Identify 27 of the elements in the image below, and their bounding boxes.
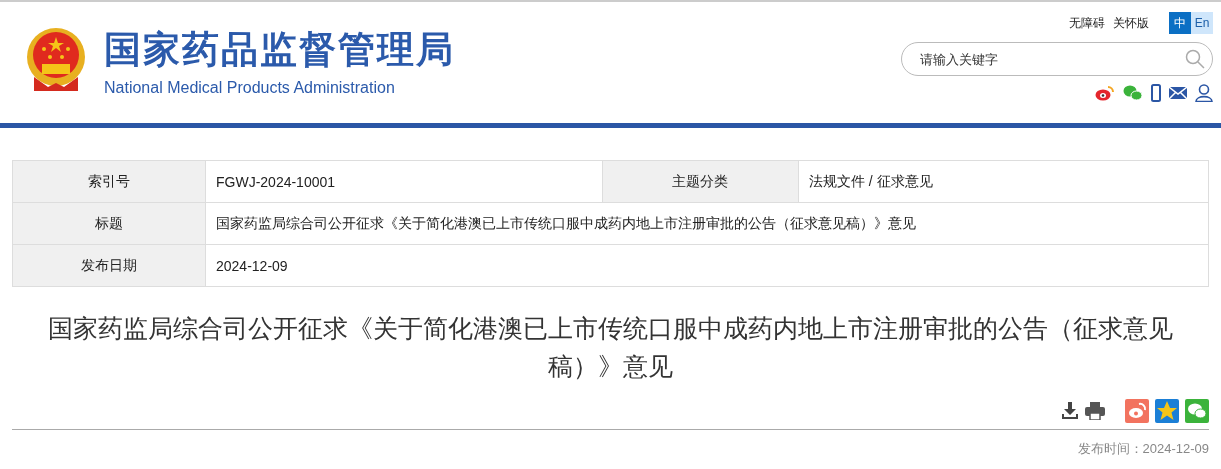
site-subtitle: National Medical Products Administration xyxy=(104,79,396,97)
language-tab[interactable]: 中 xyxy=(1169,12,1191,34)
weibo-share-icon[interactable] xyxy=(1125,399,1149,423)
language-tab[interactable]: En xyxy=(1191,12,1213,34)
wechat-share-icon[interactable] xyxy=(1185,399,1209,423)
star-share-icon[interactable] xyxy=(1155,399,1179,423)
field-value: 国家药监局综合司公开征求《关于简化港澳已上市传统口服中成药内地上市注册审批的公告（征求意见稿）》意见 xyxy=(205,202,1209,245)
article-title: 国家药监局综合司公开征求《关于简化港澳已上市传统口服中成药内地上市注册审批的公告（征求意见稿）》意见 xyxy=(47,313,1174,382)
field-value: FGWJ-2024-10001 xyxy=(205,160,603,203)
print-icon[interactable] xyxy=(1085,402,1105,420)
wechat-icon[interactable] xyxy=(1123,85,1143,101)
field-value: 2024-12-09 xyxy=(205,244,1209,287)
download-icon[interactable] xyxy=(1061,402,1079,420)
field-label: 标题 xyxy=(12,202,206,245)
phone-icon[interactable] xyxy=(1151,84,1161,102)
field-label: 主题分类 xyxy=(602,160,799,203)
field-label: 索引号 xyxy=(12,160,206,203)
field-value: 法规文件 / 征求意见 xyxy=(798,160,1209,203)
site-title: 国家药品监督管理局 xyxy=(104,27,455,73)
top-link[interactable]: 关怀版 xyxy=(1113,14,1149,32)
field-label: 发布日期 xyxy=(12,244,206,287)
mail-icon[interactable] xyxy=(1169,86,1187,100)
top-link[interactable]: 无障碍 xyxy=(1069,14,1105,32)
publish-date: 发布时间：2024-12-09 xyxy=(1076,440,1209,458)
weibo-icon[interactable] xyxy=(1095,85,1115,101)
search-field[interactable]: 请输入关键字 xyxy=(901,42,1213,76)
user-icon[interactable] xyxy=(1195,84,1213,102)
